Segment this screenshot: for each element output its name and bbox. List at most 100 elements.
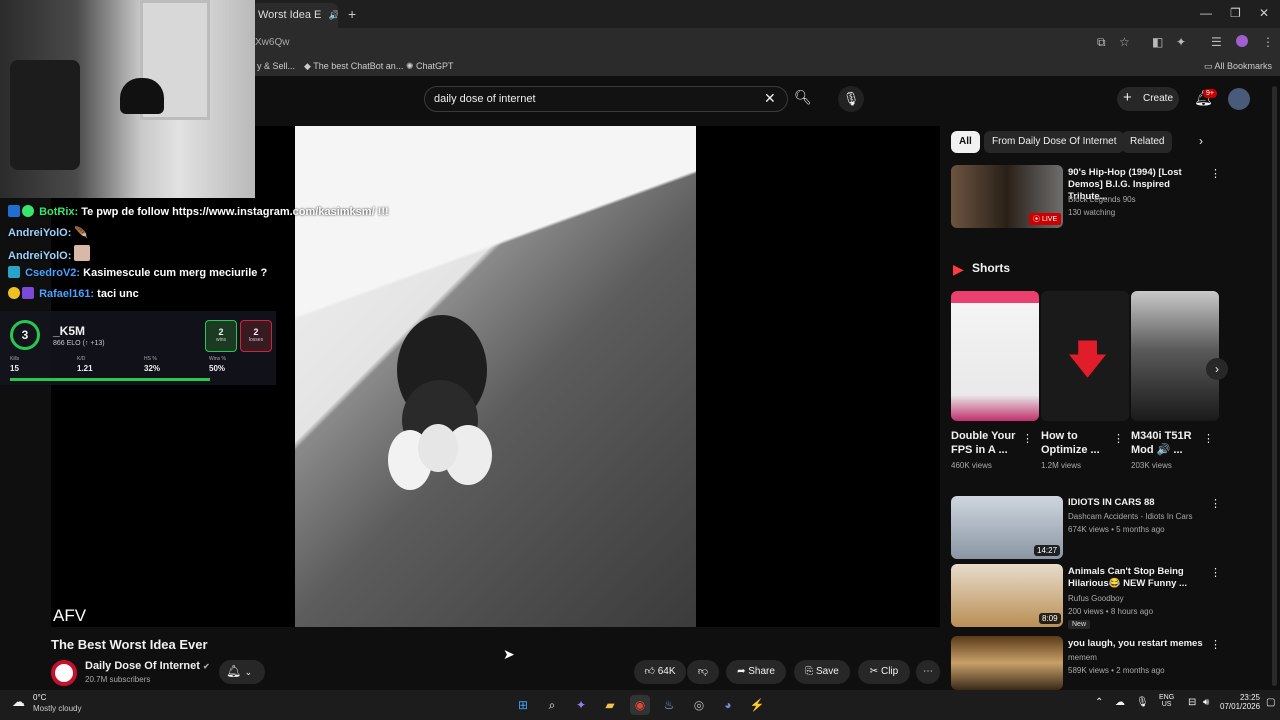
extension-icon[interactable]: ◧ [1152, 35, 1163, 49]
clear-search-icon[interactable]: ✕ [764, 90, 776, 107]
chip-from-channel[interactable]: From Daily Dose Of Internet [984, 131, 1125, 153]
install-app-icon[interactable]: ⧉ [1097, 35, 1106, 50]
reading-list-icon[interactable]: ☰ [1211, 35, 1222, 49]
app-icon[interactable]: ⚡ [747, 695, 767, 715]
stat-value: 1.21 [77, 364, 93, 373]
chevron-down-icon: ⌄ [244, 667, 253, 677]
close-window-icon[interactable]: ✕ [1259, 6, 1269, 20]
onedrive-icon[interactable]: ☁ [1115, 697, 1125, 708]
video-title-link[interactable]: you laugh, you restart memes [1068, 638, 1208, 650]
short-title[interactable]: How to Optimize ... [1041, 429, 1109, 457]
like-button[interactable]: 👍︎ 64K [634, 660, 686, 684]
bell-icon: 🔔︎ [226, 664, 242, 678]
scrollbar[interactable] [1272, 86, 1277, 686]
bookmark-item[interactable]: ◆ The best ChatBot an... [304, 61, 403, 72]
more-options-icon[interactable]: ⋮ [1210, 566, 1221, 579]
badge-icon [8, 287, 20, 299]
microphone-tray-icon[interactable]: 🎙︎ [1136, 697, 1149, 708]
more-options-icon[interactable]: ⋮ [1210, 497, 1221, 510]
all-bookmarks[interactable]: ▭ All Bookmarks [1204, 61, 1272, 72]
channel-name[interactable]: Dashcam Accidents - Idiots In Cars [1068, 512, 1193, 521]
bookmark-logo-icon: ◆ [304, 61, 314, 71]
bookmark-item[interactable]: y & Sell... [257, 61, 295, 71]
short-title[interactable]: Double Your FPS in A ... [951, 429, 1019, 457]
chevron-up-icon[interactable]: ⌃ [1095, 697, 1103, 708]
more-options-icon[interactable]: ⋮ [1210, 638, 1221, 651]
chip-related[interactable]: Related [1122, 131, 1173, 153]
puzzle-icon[interactable]: ✦ [1176, 35, 1186, 49]
channel-avatar[interactable] [51, 660, 77, 686]
short-thumbnail[interactable]: 🡇 [1041, 291, 1129, 421]
copilot-icon[interactable]: ✦ [571, 695, 591, 715]
browser-tab[interactable]: Worst Idea E 🔊 ✕ [252, 3, 338, 28]
short-views: 1.2M views [1041, 461, 1082, 470]
subscriber-count: 20.7M subscribers [85, 675, 151, 684]
red-arrow-icon: 🡇 [1067, 338, 1109, 382]
notification-center-icon[interactable]: ▢ [1266, 697, 1275, 708]
chat-user: CsedroV2: [25, 267, 81, 279]
view-count: 130 watching [1068, 208, 1116, 217]
url-text[interactable]: Xw6Qw [255, 37, 289, 48]
chat-message: AndreiYolO: 🪶 [8, 226, 88, 239]
more-options-icon[interactable]: ⋮ [1113, 432, 1124, 445]
channel-name[interactable]: Daily Dose Of Internet ✔ [85, 660, 210, 672]
more-options-icon[interactable]: ⋮ [1203, 432, 1214, 445]
chatgpt-icon: ✺ [406, 61, 417, 71]
short-thumbnail[interactable] [1131, 291, 1219, 421]
chevron-right-icon[interactable]: › [1206, 358, 1228, 380]
short-title[interactable]: M340i T51R Mod 🔊 ... [1131, 429, 1201, 457]
chrome-icon[interactable]: ◉ [630, 695, 650, 715]
network-icon[interactable]: ⊟ [1188, 697, 1196, 708]
dislike-button[interactable]: 👎︎ [687, 660, 719, 684]
language-indicator[interactable]: ENG US [1159, 694, 1174, 708]
weather-text[interactable]: Mostly cloudy [33, 704, 81, 713]
mouse-cursor-icon: ➤ [503, 646, 515, 662]
obs-icon[interactable]: ◎ [689, 695, 709, 715]
save-button[interactable]: ⎘ Save [794, 660, 850, 684]
video-thumbnail[interactable] [951, 636, 1063, 690]
video-title: The Best Worst Idea Ever [51, 637, 208, 652]
search-input[interactable]: daily dose of internet [434, 93, 536, 105]
restore-icon[interactable]: ❐ [1230, 6, 1241, 20]
subscribed-notifications-button[interactable]: 🔔︎ ⌄ [219, 660, 265, 684]
share-button[interactable]: ➦ Share [726, 660, 786, 684]
temperature[interactable]: 0°C [33, 693, 46, 702]
discord-icon[interactable]: ◕ [718, 695, 738, 715]
chat-emote-icon: 🪶 [74, 227, 89, 239]
chat-message: BotRix: Te pwp de follow https://www.ins… [8, 205, 389, 218]
channel-name[interactable]: memem [1068, 653, 1097, 662]
volume-icon[interactable]: 🔊︎ [1203, 697, 1209, 708]
channel-name[interactable]: Block Legends 90s [1068, 195, 1136, 204]
video-title-link[interactable]: Animals Can't Stop Being Hilarious😂 NEW … [1068, 566, 1208, 590]
short-thumbnail[interactable] [951, 291, 1039, 421]
shorts-heading: Shorts [972, 261, 1011, 275]
video-title-link[interactable]: IDIOTS IN CARS 88 [1068, 497, 1208, 509]
clip-button[interactable]: ✂ Clip [858, 660, 910, 684]
search-icon[interactable]: 🔍︎ [794, 89, 812, 106]
menu-icon[interactable]: ⋮ [1262, 35, 1274, 49]
more-options-icon[interactable]: ⋮ [1022, 432, 1033, 445]
speaker-icon[interactable]: 🔊 [328, 10, 338, 20]
steam-icon[interactable]: ♨ [659, 695, 679, 715]
star-bookmark-icon[interactable]: ☆ [1119, 35, 1130, 49]
chip-all[interactable]: All [951, 131, 980, 153]
microphone-icon[interactable]: 🎙︎ [838, 86, 864, 112]
bookmark-item[interactable]: ✺ ChatGPT [406, 61, 454, 72]
search-icon[interactable]: ⌕ [542, 695, 562, 715]
profile-icon[interactable] [1236, 35, 1248, 47]
elo-text: 866 ELO (↑ +13) [53, 340, 105, 347]
weather-icon[interactable]: ☁ [12, 694, 25, 710]
chat-message: AndreiYolO: [8, 245, 92, 262]
windows-start-icon[interactable]: ⊞ [513, 695, 533, 715]
file-explorer-icon[interactable]: ▰ [600, 695, 620, 715]
chevron-right-icon[interactable]: › [1199, 134, 1203, 148]
clock[interactable]: 23:25 07/01/2026 [1220, 693, 1260, 711]
more-actions-button[interactable]: ⋯ [916, 660, 940, 684]
new-tab-icon[interactable]: + [348, 6, 356, 22]
bookmark-icon: ⎘ [805, 666, 814, 677]
more-options-icon[interactable]: ⋮ [1210, 167, 1221, 180]
minimize-icon[interactable]: — [1200, 6, 1212, 20]
short-views: 203K views [1131, 461, 1172, 470]
channel-name[interactable]: Rufus Goodboy [1068, 594, 1124, 603]
account-avatar[interactable] [1228, 88, 1250, 110]
